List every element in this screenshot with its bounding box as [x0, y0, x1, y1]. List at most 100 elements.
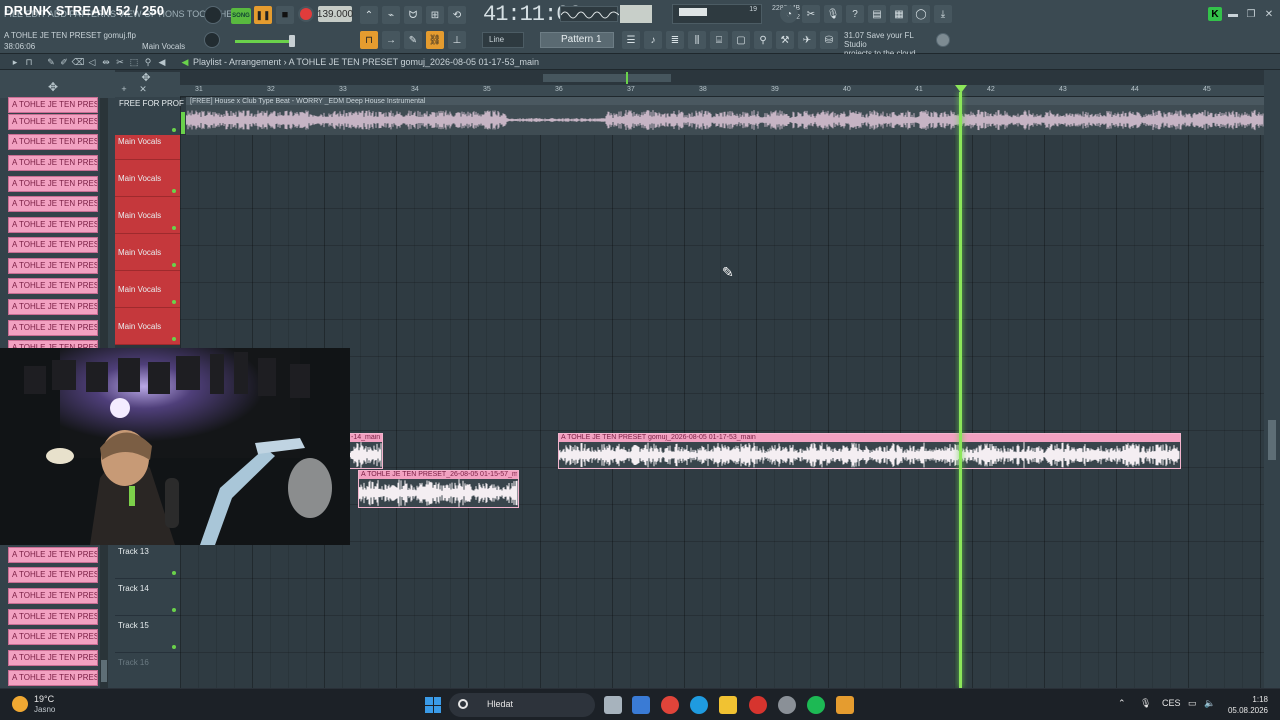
tray-chevron-icon[interactable]: ⌃	[1118, 698, 1126, 709]
picker-clip-item[interactable]: A TOHLE JE TEN PRESET g	[8, 650, 98, 666]
select-tool-icon[interactable]: ⬚	[129, 57, 139, 67]
picker-clip-item[interactable]: A TOHLE JE TEN PRESET g	[8, 176, 98, 192]
track-header-main-vocals[interactable]: Main Vocals	[115, 234, 180, 271]
paint-tool-icon[interactable]: ✐	[59, 57, 69, 67]
delete-tool-icon[interactable]: ⌫	[72, 57, 85, 67]
track-header-main-vocals[interactable]: Main Vocals	[115, 308, 180, 345]
news-arrow-icon[interactable]	[936, 33, 950, 47]
store-app-icon[interactable]	[632, 696, 650, 714]
save-icon[interactable]: ▤	[868, 5, 886, 23]
plugin-db-icon[interactable]: ⚲	[754, 31, 772, 49]
zoom-tool-icon[interactable]: ⚲	[143, 57, 153, 67]
k-app-icon[interactable]: K	[1208, 7, 1222, 21]
picker-clip-item[interactable]: A TOHLE JE TEN PRESET g	[8, 258, 98, 274]
picker-clip-item[interactable]: A TOHLE JE TEN PRESET g	[8, 278, 98, 294]
app-settings-icon[interactable]	[778, 696, 796, 714]
playlist-vscroll-thumb[interactable]	[1268, 420, 1276, 460]
track-header-ref[interactable]: FREE FOR PROF	[115, 97, 184, 135]
picker-clip-item[interactable]: A TOHLE JE TEN PRESET g	[8, 237, 98, 253]
piano-roll-icon[interactable]: ♪	[644, 31, 662, 49]
mute-tool-icon[interactable]: ◁	[87, 57, 97, 67]
track-header-15[interactable]: Track 15	[115, 616, 180, 653]
picker-scroll-thumb[interactable]	[101, 660, 107, 682]
weather-temp[interactable]: 19°C	[34, 694, 54, 704]
minimize-icon[interactable]: ▬	[1226, 7, 1240, 21]
track-header-main-vocals[interactable]: Main Vocals	[115, 197, 180, 234]
picker-clip-item[interactable]: A TOHLE JE TEN PRESET g	[8, 629, 98, 645]
store-icon[interactable]: ⛁	[820, 31, 838, 49]
close-icon[interactable]: ✕	[1262, 7, 1276, 21]
track-active-dot[interactable]	[172, 226, 176, 230]
picker-clip-item[interactable]: A TOHLE JE TEN PRESET g	[8, 320, 98, 336]
remove-track-icon[interactable]: ✕	[138, 84, 148, 94]
track-header-16[interactable]: Track 16	[115, 653, 180, 690]
playlist-icon[interactable]: ☰	[622, 31, 640, 49]
track-header-14[interactable]: Track 14	[115, 579, 180, 616]
master-volume-slider[interactable]	[289, 35, 295, 47]
track-header-main-vocals[interactable]: Main Vocals	[115, 160, 180, 197]
browser-icon[interactable]: ⌸	[710, 31, 728, 49]
weather-desc[interactable]: Jasno	[34, 705, 55, 714]
spotify-icon[interactable]	[807, 696, 825, 714]
timeline-ruler[interactable]: 31 32 33 34 35 36 37 38 39 40 41 42 43 44 45	[180, 85, 1264, 97]
picker-clip-item[interactable]: A TOHLE JE TEN PRESET g	[8, 155, 98, 171]
stamp-icon[interactable]: ⊥	[448, 31, 466, 49]
tempo-display[interactable]: 139.000	[317, 6, 353, 22]
step-edit-icon[interactable]: ⊞	[426, 6, 444, 24]
channel-rack-icon[interactable]: ≣	[666, 31, 684, 49]
record-button[interactable]	[298, 6, 314, 22]
pattern-selector[interactable]: Pattern 1	[540, 32, 614, 48]
keyboard-language[interactable]: CES	[1162, 698, 1181, 708]
chrome-icon[interactable]	[661, 696, 679, 714]
track-active-dot[interactable]	[172, 128, 176, 132]
playlist-menu-icon[interactable]: ▸	[10, 57, 20, 67]
chat-icon[interactable]: ◯	[912, 5, 930, 23]
maximize-icon[interactable]: ❐	[1244, 7, 1258, 21]
song-mode-button[interactable]: SONG	[231, 8, 251, 24]
track-dot-15[interactable]	[172, 645, 176, 649]
loop-record-icon[interactable]: ⟲	[448, 6, 466, 24]
arrow-right-icon[interactable]: →	[382, 31, 400, 49]
track-active-dot[interactable]	[172, 263, 176, 267]
playback-tool-icon[interactable]: ◀	[157, 57, 167, 67]
playhead-line[interactable]	[959, 92, 962, 688]
track-active-dot[interactable]	[172, 337, 176, 341]
picker-clip-item[interactable]: A TOHLE JE TEN PRESET g	[8, 609, 98, 625]
fl-studio-icon[interactable]	[836, 696, 854, 714]
mic-icon[interactable]: 🎙	[824, 5, 842, 23]
wait-input-icon[interactable]: ⌁	[382, 6, 400, 24]
explorer-icon[interactable]	[719, 696, 737, 714]
countdown-icon[interactable]: ᗢ	[404, 6, 422, 24]
edison-icon[interactable]: ✈	[798, 31, 816, 49]
clock-icon[interactable]: ◔	[780, 5, 798, 23]
tray-volume-icon[interactable]: 🔈	[1204, 698, 1215, 709]
song-overview[interactable]	[543, 74, 671, 82]
playlist-vscroll[interactable]	[1264, 70, 1280, 688]
track-dot-14[interactable]	[172, 608, 176, 612]
picker-clip-item[interactable]: A TOHLE JE TEN PRESET g	[8, 299, 98, 315]
picker-clip-item[interactable]: A TOHLE JE TEN PRESET g	[8, 547, 98, 563]
main-pitch-knob[interactable]	[204, 32, 220, 48]
track-active-dot[interactable]	[172, 300, 176, 304]
picker-clip-item[interactable]: A TOHLE JE TEN PRESET g	[8, 567, 98, 583]
add-track-icon[interactable]: +	[119, 84, 129, 94]
mixer-icon[interactable]: ⫼	[688, 31, 706, 49]
tools-icon[interactable]: ⚒	[776, 31, 794, 49]
edge-icon[interactable]	[690, 696, 708, 714]
taskbar-clock[interactable]: 1:18 05.08.2026	[1224, 694, 1268, 716]
picker-clip-item[interactable]: A TOHLE JE TEN PRESET g	[8, 134, 98, 150]
task-view-icon[interactable]	[604, 696, 622, 714]
app-red-icon[interactable]	[749, 696, 767, 714]
link-icon[interactable]: ⛓	[426, 31, 444, 49]
plugin-icon[interactable]: ▦	[890, 5, 908, 23]
picker-clip-item[interactable]: A TOHLE JE TEN PRESET g	[8, 97, 98, 113]
cut-icon[interactable]: ✂	[802, 5, 820, 23]
picker-clip-item[interactable]: A TOHLE JE TEN PRESET g	[8, 114, 98, 130]
pencil-icon[interactable]: ✎	[404, 31, 422, 49]
draw-tool-icon[interactable]: ✎	[46, 57, 56, 67]
taskbar-search[interactable]: Hledat	[449, 693, 595, 717]
picker-move-icon[interactable]: ✥	[48, 80, 58, 94]
snap-select[interactable]: Line	[482, 32, 524, 48]
track-active-dot[interactable]	[172, 189, 176, 193]
slice-tool-icon[interactable]: ✂	[115, 57, 125, 67]
